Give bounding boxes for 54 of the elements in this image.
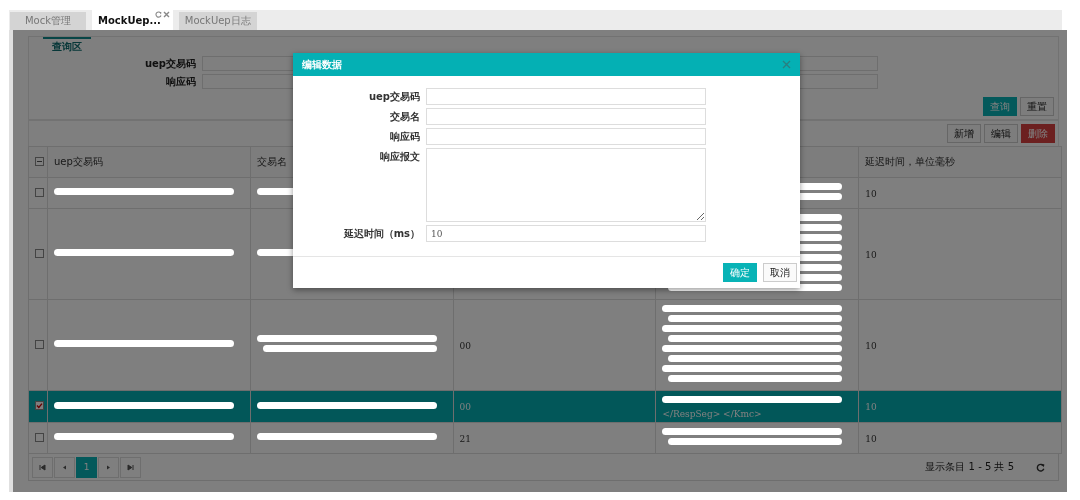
tab[interactable]: MockUep日志 [178,12,257,30]
close-button[interactable] [782,60,791,69]
field-label: uep交易码 [367,90,420,104]
checkbox[interactable] [35,187,44,197]
checkbox[interactable] [35,339,44,349]
table-cell: 10 [865,433,877,444]
table-row[interactable]: 00 10 [28,299,1062,391]
text-area[interactable] [426,148,706,222]
field-label: 交易名 [389,110,420,124]
table-cell: 10 [865,340,877,351]
table-cell: 00 [459,340,472,351]
field-label: 延迟时间（ms） [342,227,420,241]
input-field[interactable] [426,108,706,125]
dialog-title: 编辑数据 [302,57,342,72]
button[interactable]: 删除 [1021,124,1055,143]
field-label: 响应码 [389,130,420,144]
tab[interactable]: MockUep... [92,10,173,30]
close-icon [162,11,170,18]
checkbox[interactable] [35,248,44,258]
input-field[interactable]: 10 [426,225,706,242]
button[interactable]: 编辑 [984,124,1018,143]
last-page-button[interactable] [120,456,141,478]
table-cell: 00 [459,402,472,412]
refresh-icon [154,11,162,18]
input-field[interactable] [426,128,706,145]
field-label: 响应码 [165,74,196,89]
close-icon [782,60,791,69]
table-row[interactable]: 21 10 [28,422,1062,454]
button[interactable]: 取消 [763,263,797,282]
table-cell: 10 [865,249,877,260]
previous-page-icon [61,463,68,471]
tab[interactable]: Mock管理 [10,12,86,30]
checkbox[interactable] [35,401,44,410]
first-page-button[interactable] [32,456,53,478]
last-page-icon [127,463,134,471]
table-cell: 21 [459,433,472,444]
checkbox[interactable] [35,432,44,442]
table-cell: 10 [865,402,877,412]
column-header[interactable]: 延迟时间，单位毫秒 [858,146,1062,178]
refresh-button[interactable] [1036,462,1045,472]
button[interactable]: 确定 [723,263,757,282]
table-cell: </RespSeg> </Kmc> [662,409,762,419]
button[interactable]: 重置 [1020,97,1054,116]
field-label: uep交易码 [143,56,196,71]
button[interactable]: 新增 [947,124,981,143]
pager-summary: 显示条目 1 - 5 共 5 [925,460,1014,474]
next-page-icon [105,463,112,471]
first-page-icon [39,463,46,471]
collapse-icon [35,156,44,166]
refresh-icon [1036,462,1045,472]
column-header[interactable]: uep交易码 [47,146,251,178]
input-field[interactable] [426,88,706,105]
table-cell: 10 [865,188,877,199]
field-label: 响应报文 [379,150,420,164]
